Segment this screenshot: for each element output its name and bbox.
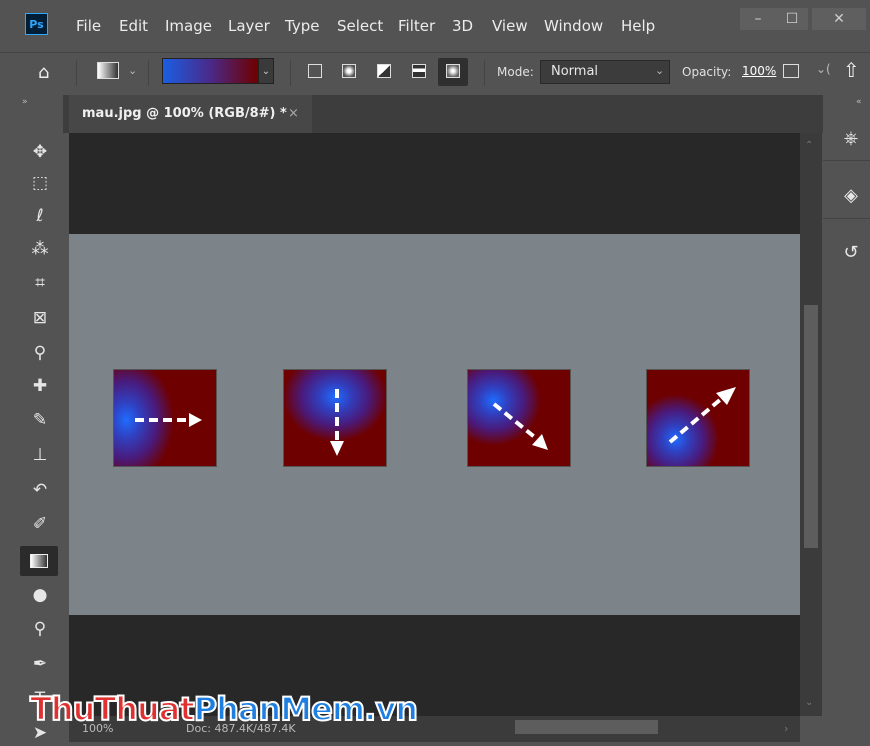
photoshop-logo: Ps (25, 13, 48, 35)
menu-filter[interactable]: Filter (398, 17, 435, 35)
maximize-button[interactable]: ☐ (776, 8, 808, 30)
reflected-gradient-button[interactable] (412, 64, 426, 78)
chevron-down-icon[interactable]: ⌄ (128, 64, 137, 77)
eyedropper-tool-icon[interactable]: ⚲ (27, 340, 53, 366)
separator (484, 60, 485, 86)
scroll-right-icon[interactable]: › (784, 722, 788, 735)
menu-image[interactable]: Image (165, 17, 212, 35)
blur-tool-icon[interactable]: ● (27, 582, 53, 608)
separator (148, 60, 149, 86)
home-icon[interactable]: ⌂ (38, 62, 49, 83)
document-tab[interactable]: mau.jpg @ 100% (RGB/8#) * (69, 95, 312, 133)
mode-label: Mode: (497, 65, 534, 79)
gradient-sample-down-right (467, 369, 571, 467)
watermark-logo: ThuThuatPhanMem.vn (29, 689, 419, 729)
radial-gradient-button[interactable] (342, 64, 356, 78)
watermark-part-3: .vn (363, 689, 419, 729)
pen-tool-icon[interactable]: ✒ (27, 651, 53, 677)
menu-type[interactable]: Type (285, 17, 319, 35)
layers-icon[interactable]: ◈ (840, 184, 862, 206)
gradient-sample-right (113, 369, 217, 467)
collapse-panel-icon[interactable]: « (856, 97, 862, 107)
arrow-down-icon (330, 389, 344, 456)
move-tool-icon[interactable]: ✥ (27, 139, 53, 165)
lasso-tool-icon[interactable]: ℓ (27, 203, 53, 229)
scroll-up-icon[interactable]: ⌃ (805, 140, 813, 151)
menu-edit[interactable]: Edit (119, 17, 148, 35)
watermark-part-1: ThuThuat (29, 689, 196, 729)
gradient-sample-down (283, 369, 387, 467)
gradient-picker[interactable] (162, 58, 258, 84)
crop-tool-icon[interactable]: ⌗ (27, 270, 53, 296)
menu-select[interactable]: Select (337, 17, 383, 35)
arrow-right-icon (135, 413, 202, 427)
menu-3d[interactable]: 3D (452, 17, 473, 35)
angle-gradient-button[interactable] (377, 64, 391, 78)
share-icon[interactable]: ⇧ (843, 58, 860, 82)
divider (823, 218, 870, 219)
clone-stamp-tool-icon[interactable]: ⊥ (27, 442, 53, 468)
close-button[interactable]: ✕ (812, 8, 866, 30)
arrow-up-right-icon (668, 387, 736, 444)
gradient-dropdown-icon[interactable]: ⌄ (258, 58, 274, 84)
menu-view[interactable]: View (492, 17, 528, 35)
tool-preset-icon[interactable] (97, 62, 119, 79)
magic-wand-tool-icon[interactable]: ⁂ (27, 236, 53, 262)
menu-window[interactable]: Window (544, 17, 603, 35)
separator (290, 60, 291, 86)
opacity-field[interactable]: 100% (742, 64, 776, 78)
dodge-tool-icon[interactable]: ⚲ (27, 616, 53, 642)
chevron-down-icon: ⌄ (655, 64, 665, 77)
minimize-button[interactable]: – (740, 8, 776, 30)
marquee-tool-icon[interactable]: ⬚ (27, 170, 53, 196)
diamond-gradient-icon (446, 64, 460, 78)
gradient-tool-icon[interactable] (20, 546, 58, 576)
gradient-sample-up-right (646, 369, 750, 467)
close-tab-icon[interactable]: × (288, 106, 299, 121)
history-brush-tool-icon[interactable]: ↶ (27, 477, 53, 503)
brush-tool-icon[interactable]: ✎ (27, 407, 53, 433)
expand-panel-icon[interactable]: » (22, 97, 28, 107)
horizontal-scroll-thumb[interactable] (515, 720, 658, 734)
libraries-icon[interactable]: ⎈ (840, 127, 862, 149)
history-icon[interactable]: ↺ (840, 241, 862, 263)
opacity-label: Opacity: (682, 65, 732, 79)
watermark-part-2: PhanMem (193, 689, 366, 729)
gradient-tool-glyph (30, 554, 48, 568)
healing-brush-tool-icon[interactable]: ✚ (27, 373, 53, 399)
vertical-scroll-thumb[interactable] (804, 305, 818, 548)
scroll-down-icon[interactable]: ⌄ (805, 697, 813, 708)
menu-layer[interactable]: Layer (228, 17, 270, 35)
frame-tool-icon[interactable]: ⊠ (27, 305, 53, 331)
menu-help[interactable]: Help (621, 17, 655, 35)
linear-gradient-button[interactable] (308, 64, 322, 78)
eraser-tool-icon[interactable]: ✐ (27, 511, 53, 537)
blend-mode-select[interactable]: Normal (540, 60, 670, 84)
reverse-checkbox[interactable] (783, 64, 799, 78)
arrow-down-right-icon (492, 402, 548, 450)
menu-file[interactable]: File (76, 17, 101, 35)
separator (76, 60, 77, 86)
divider (823, 160, 870, 161)
chevron-down-icon[interactable]: ⌄( (816, 62, 831, 76)
